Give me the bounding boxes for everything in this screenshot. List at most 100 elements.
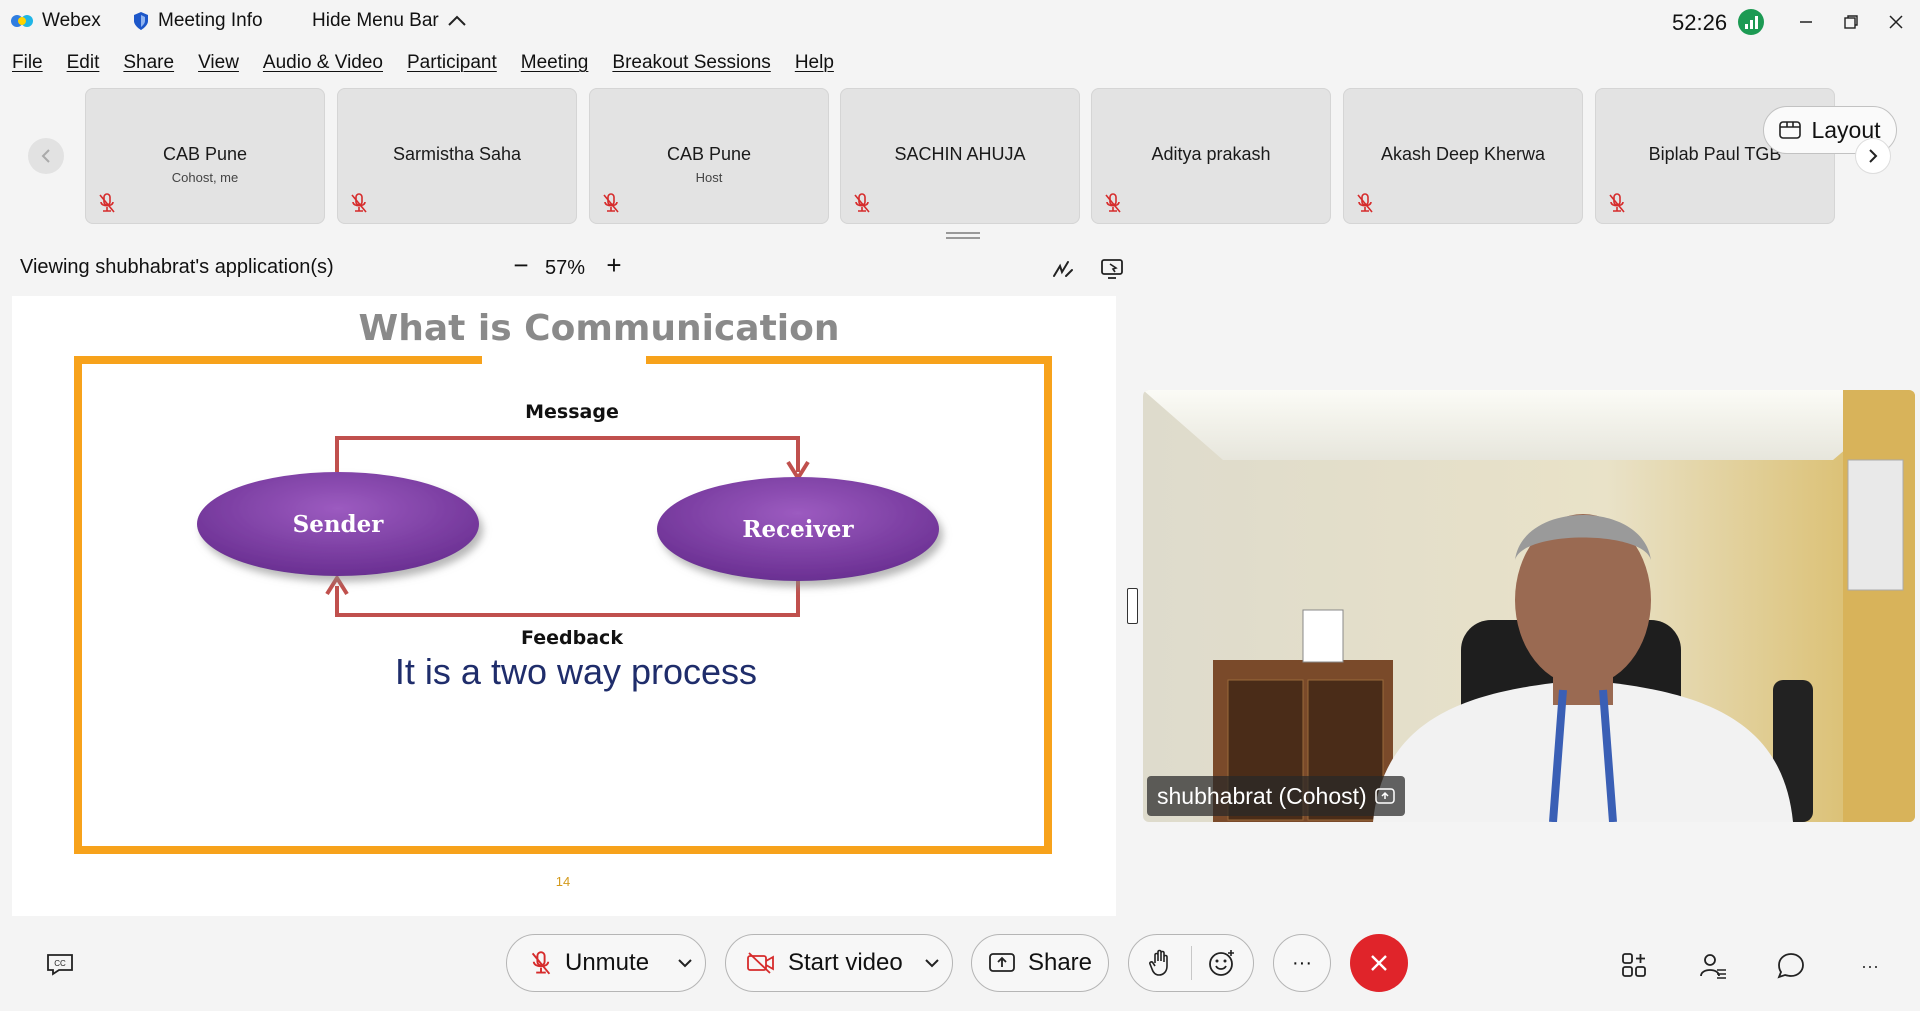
feedback-label: Feedback (521, 627, 623, 649)
chat-icon[interactable] (1773, 948, 1809, 984)
participants-icon[interactable] (1695, 948, 1731, 984)
webex-menu[interactable]: Webex (10, 10, 101, 32)
menu-participant[interactable]: Participant (395, 52, 509, 82)
muted-mic-icon (854, 193, 870, 213)
meeting-timer: 52:26 (1672, 10, 1728, 35)
hide-menu-bar-button[interactable]: Hide Menu Bar (312, 10, 467, 32)
chevron-up-icon (448, 15, 466, 26)
more-options-button[interactable]: ··· (1273, 934, 1331, 992)
menu-bar: File Edit Share View Audio & Video Parti… (0, 52, 846, 82)
share-button[interactable]: Share (971, 934, 1109, 992)
share-screen-icon (989, 953, 1015, 972)
annotate-icon[interactable] (1050, 256, 1076, 282)
video-frame (1143, 390, 1915, 822)
slide-page-number: 14 (556, 874, 570, 889)
participant-tile[interactable]: CAB Pune Cohost, me (85, 88, 325, 224)
slide-frame (74, 356, 1052, 854)
reactions-button[interactable] (1192, 949, 1254, 977)
layout-icon (1779, 121, 1802, 139)
emoji-icon (1209, 950, 1235, 976)
unmute-label: Unmute (565, 949, 650, 976)
chevron-right-icon (1869, 149, 1878, 163)
closed-captions-icon[interactable]: CC (42, 946, 78, 982)
strip-prev-button[interactable] (28, 138, 64, 174)
zoom-out-button[interactable]: − (510, 252, 532, 278)
participant-tile[interactable]: Sarmistha Saha (337, 88, 577, 224)
unmute-button[interactable]: Unmute (507, 935, 665, 991)
menu-audio-video[interactable]: Audio & Video (251, 52, 395, 82)
split-resize-handle[interactable] (1127, 588, 1138, 624)
svg-text:CC: CC (54, 959, 66, 968)
start-video-label: Start video (788, 949, 903, 976)
end-meeting-button[interactable] (1350, 934, 1408, 992)
reactions-group (1128, 934, 1254, 992)
message-label: Message (525, 401, 619, 423)
strip-resize-handle[interactable] (946, 232, 980, 240)
muted-mic-icon (603, 193, 619, 213)
shared-content[interactable]: What is Communication Message Feedback S… (12, 296, 1116, 916)
title-bar: Webex Meeting Info Hide Menu Bar 52:26 (0, 0, 1920, 44)
audio-options-dropdown[interactable] (665, 958, 705, 968)
video-control: Start video (725, 934, 953, 992)
restore-icon[interactable] (1831, 6, 1871, 38)
zoom-in-button[interactable]: + (602, 252, 626, 278)
viewing-label: Viewing shubhabrat's application(s) (20, 256, 334, 278)
close-icon[interactable] (1876, 6, 1916, 38)
menu-edit[interactable]: Edit (55, 52, 112, 82)
participant-role: Cohost, me (171, 170, 239, 185)
participant-name: CAB Pune (162, 144, 248, 164)
video-off-icon (747, 952, 774, 974)
participant-tile[interactable]: Akash Deep Kherwa (1343, 88, 1583, 224)
participant-name: Aditya prakash (1151, 144, 1271, 164)
muted-mic-icon (99, 193, 115, 213)
more-icon[interactable]: ··· (1852, 948, 1888, 984)
unmute-control: Unmute (506, 934, 706, 992)
meeting-info-label: Meeting Info (158, 10, 263, 31)
speaker-video[interactable]: shubhabrat (Cohost) (1143, 390, 1915, 822)
menu-file[interactable]: File (0, 52, 55, 82)
slide-caption: It is a two way process (395, 651, 757, 692)
strip-next-button[interactable] (1855, 138, 1891, 174)
apps-icon[interactable] (1617, 948, 1653, 984)
menu-share[interactable]: Share (111, 52, 186, 82)
feedback-arrow (335, 580, 800, 617)
participant-tile[interactable]: Aditya prakash (1091, 88, 1331, 224)
participant-tile[interactable]: SACHIN AHUJA (840, 88, 1080, 224)
sharing-indicator-icon (1374, 788, 1395, 804)
raise-hand-icon (1148, 949, 1168, 976)
video-options-dropdown[interactable] (912, 958, 952, 968)
share-label: Share (1027, 949, 1093, 976)
menu-help[interactable]: Help (783, 52, 846, 82)
hide-menu-label: Hide Menu Bar (312, 10, 439, 31)
more-options-icon: ··· (1292, 951, 1312, 974)
sender-label: Sender (293, 511, 385, 538)
meeting-info-button[interactable]: Meeting Info (132, 10, 263, 32)
start-video-button[interactable]: Start video (726, 935, 912, 991)
app-name: Webex (42, 10, 101, 31)
menu-breakout-sessions[interactable]: Breakout Sessions (600, 52, 782, 82)
chevron-down-icon (925, 959, 939, 968)
slide-title: What is Communication (359, 308, 840, 349)
chevron-down-icon (678, 959, 692, 968)
participant-name: SACHIN AHUJA (894, 144, 1026, 164)
message-arrow (335, 436, 800, 472)
remote-control-icon[interactable] (1099, 256, 1125, 282)
participant-tile[interactable]: CAB Pune Host (589, 88, 829, 224)
muted-mic-icon (531, 951, 551, 975)
muted-mic-icon (1357, 193, 1373, 213)
shield-icon (134, 12, 148, 30)
zoom-level: 57% (545, 257, 586, 279)
muted-mic-icon (1105, 193, 1121, 213)
network-health-icon[interactable] (1738, 9, 1764, 35)
participant-role: Host (695, 170, 723, 185)
speaker-name-tag: shubhabrat (Cohost) (1147, 776, 1405, 816)
slide-canvas: What is Communication Message Feedback S… (74, 308, 1052, 889)
muted-mic-icon (1609, 193, 1625, 213)
menu-meeting[interactable]: Meeting (509, 52, 601, 82)
chevron-left-icon (41, 149, 50, 163)
webex-logo-icon (11, 15, 33, 27)
raise-hand-button[interactable] (1129, 946, 1192, 980)
menu-view[interactable]: View (186, 52, 251, 82)
minimize-icon[interactable] (1786, 6, 1826, 38)
participant-name: CAB Pune (666, 144, 752, 164)
